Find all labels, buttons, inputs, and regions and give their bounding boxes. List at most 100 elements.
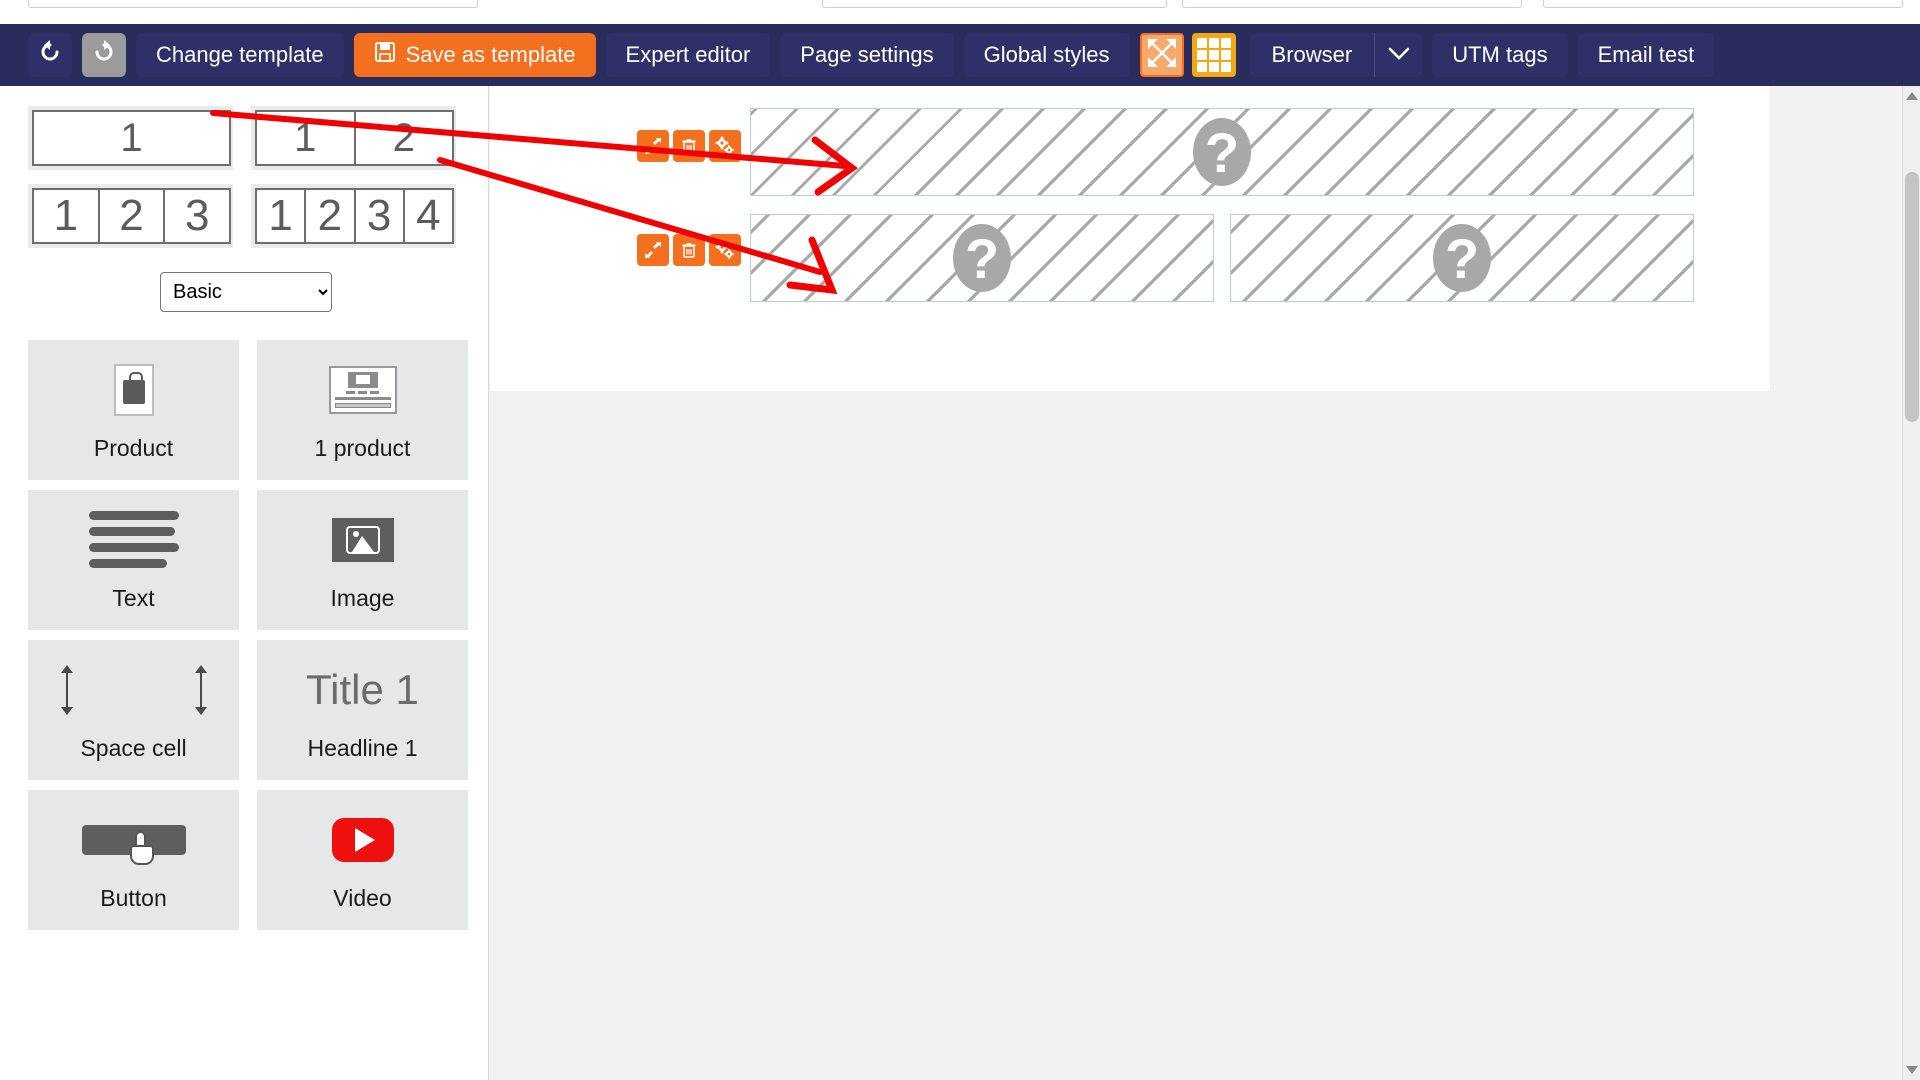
global-styles-label: Global styles: [983, 42, 1110, 67]
move-row-button[interactable]: [637, 130, 669, 162]
email-canvas: ? ? ?: [489, 86, 1920, 1080]
button-cursor-icon: [81, 809, 186, 871]
layout-cell: 3: [163, 188, 232, 244]
save-as-template-label: Save as template: [405, 42, 576, 67]
component-label: Image: [330, 584, 395, 611]
scroll-up-icon[interactable]: [1906, 92, 1918, 100]
canvas-scrollbar[interactable]: [1902, 86, 1920, 1080]
redo-icon: [91, 39, 117, 71]
product-card-icon: [328, 359, 397, 421]
component-tile-headline-1[interactable]: Title 1 Headline 1: [257, 640, 468, 780]
grid-icon: [1194, 36, 1233, 74]
global-styles-button[interactable]: Global styles: [963, 33, 1130, 77]
component-category-select[interactable]: Basic: [160, 272, 332, 312]
component-tile-video[interactable]: Video: [257, 790, 468, 930]
cutoff-input-1[interactable]: [28, 0, 478, 8]
shopping-bag-icon: [113, 359, 154, 421]
browser-button[interactable]: Browser: [1249, 33, 1375, 77]
layout-cell: 1: [32, 110, 231, 166]
placeholder-question-icon: ?: [1433, 224, 1491, 292]
component-label: Button: [100, 884, 167, 911]
layout-cell: 2: [97, 188, 166, 244]
canvas-row-1: ?: [490, 86, 1770, 196]
save-disk-icon: [374, 41, 396, 69]
layout-cell: 3: [353, 188, 405, 244]
component-label: Headline 1: [307, 734, 418, 761]
vertical-resize-icon: [59, 659, 209, 721]
component-label: Video: [333, 884, 392, 911]
canvas-row-2: ? ?: [490, 204, 1770, 314]
page-settings-label: Page settings: [800, 42, 934, 67]
browser-split-button: Browser: [1249, 33, 1423, 77]
row-settings-button[interactable]: [709, 234, 741, 266]
cutoff-input-4[interactable]: [1543, 0, 1903, 8]
change-template-label: Change template: [156, 42, 324, 67]
grid-toggle-button[interactable]: [1191, 33, 1236, 77]
text-lines-icon: [88, 509, 179, 571]
trash-icon: [680, 241, 698, 259]
placeholder-question-icon: ?: [953, 224, 1011, 292]
undo-icon: [37, 39, 63, 71]
layout-option-2-column[interactable]: 1 2: [251, 106, 456, 170]
component-label: Space cell: [80, 734, 187, 761]
component-label: Text: [112, 584, 155, 611]
row-settings-button[interactable]: [709, 130, 741, 162]
placeholder-block-row2-col1[interactable]: ?: [750, 214, 1214, 302]
title-icon: Title 1: [306, 659, 419, 721]
image-icon: [331, 509, 394, 571]
redo-button[interactable]: [82, 33, 126, 77]
placeholder-question-icon: ?: [1193, 118, 1251, 186]
layout-cell: 4: [402, 188, 454, 244]
scroll-down-icon[interactable]: [1906, 1066, 1918, 1074]
top-cutoff-inputs-strip: [0, 0, 1920, 24]
component-label: Product: [93, 434, 174, 461]
move-icon: [644, 137, 662, 155]
email-page-sheet: ? ? ?: [490, 86, 1770, 391]
layout-cell: 2: [304, 188, 356, 244]
title-preview-text: Title 1: [306, 665, 419, 713]
placeholder-block-row1[interactable]: ?: [750, 108, 1694, 196]
save-as-template-button[interactable]: Save as template: [353, 33, 596, 77]
expert-editor-button[interactable]: Expert editor: [605, 33, 771, 77]
component-category-wrap: Basic: [160, 272, 332, 312]
settings-gears-icon: [715, 240, 735, 260]
editor-toolbar: Change template Save as template Expert …: [0, 24, 1920, 86]
email-test-button[interactable]: Email test: [1577, 33, 1715, 77]
change-template-button[interactable]: Change template: [136, 33, 344, 77]
page-settings-button[interactable]: Page settings: [780, 33, 954, 77]
utm-tags-button[interactable]: UTM tags: [1432, 33, 1568, 77]
component-palette: Product 1 product Text Image Space cell …: [28, 340, 476, 930]
cutoff-input-2[interactable]: [822, 0, 1167, 8]
row-1-toolbar: [637, 130, 741, 162]
components-sidebar: 1 1 2 1 2 3 1 2 3 4 Basic Product 1 prod…: [0, 86, 489, 1080]
expand-button[interactable]: [1139, 33, 1184, 77]
row-2-toolbar: [637, 234, 741, 266]
browser-dropdown-toggle[interactable]: [1374, 33, 1423, 77]
layout-option-3-column[interactable]: 1 2 3: [28, 184, 233, 248]
component-tile-image[interactable]: Image: [257, 490, 468, 630]
component-tile-space-cell[interactable]: Space cell: [28, 640, 239, 780]
cutoff-input-3[interactable]: [1182, 0, 1522, 8]
placeholder-block-row2-col2[interactable]: ?: [1230, 214, 1694, 302]
youtube-play-icon: [331, 809, 394, 871]
undo-button[interactable]: [28, 33, 72, 77]
component-tile-button[interactable]: Button: [28, 790, 239, 930]
utm-tags-label: UTM tags: [1452, 42, 1548, 67]
layout-option-4-column[interactable]: 1 2 3 4: [251, 184, 456, 248]
component-tile-product[interactable]: Product: [28, 340, 239, 480]
component-tile-text[interactable]: Text: [28, 490, 239, 630]
delete-row-button[interactable]: [673, 234, 705, 266]
move-row-button[interactable]: [637, 234, 669, 266]
canvas-scrollbar-thumb[interactable]: [1905, 172, 1919, 422]
component-label: 1 product: [314, 434, 411, 461]
settings-gears-icon: [715, 136, 735, 156]
email-test-label: Email test: [1597, 42, 1695, 67]
expand-icon: [1145, 36, 1179, 75]
move-icon: [644, 241, 662, 259]
layout-option-1-column[interactable]: 1: [28, 106, 233, 170]
component-tile-1-product[interactable]: 1 product: [257, 340, 468, 480]
delete-row-button[interactable]: [673, 130, 705, 162]
chevron-down-icon: [1388, 45, 1410, 66]
template-layout-grid: 1 1 2 1 2 3 1 2 3 4: [28, 106, 476, 248]
trash-icon: [680, 137, 698, 155]
